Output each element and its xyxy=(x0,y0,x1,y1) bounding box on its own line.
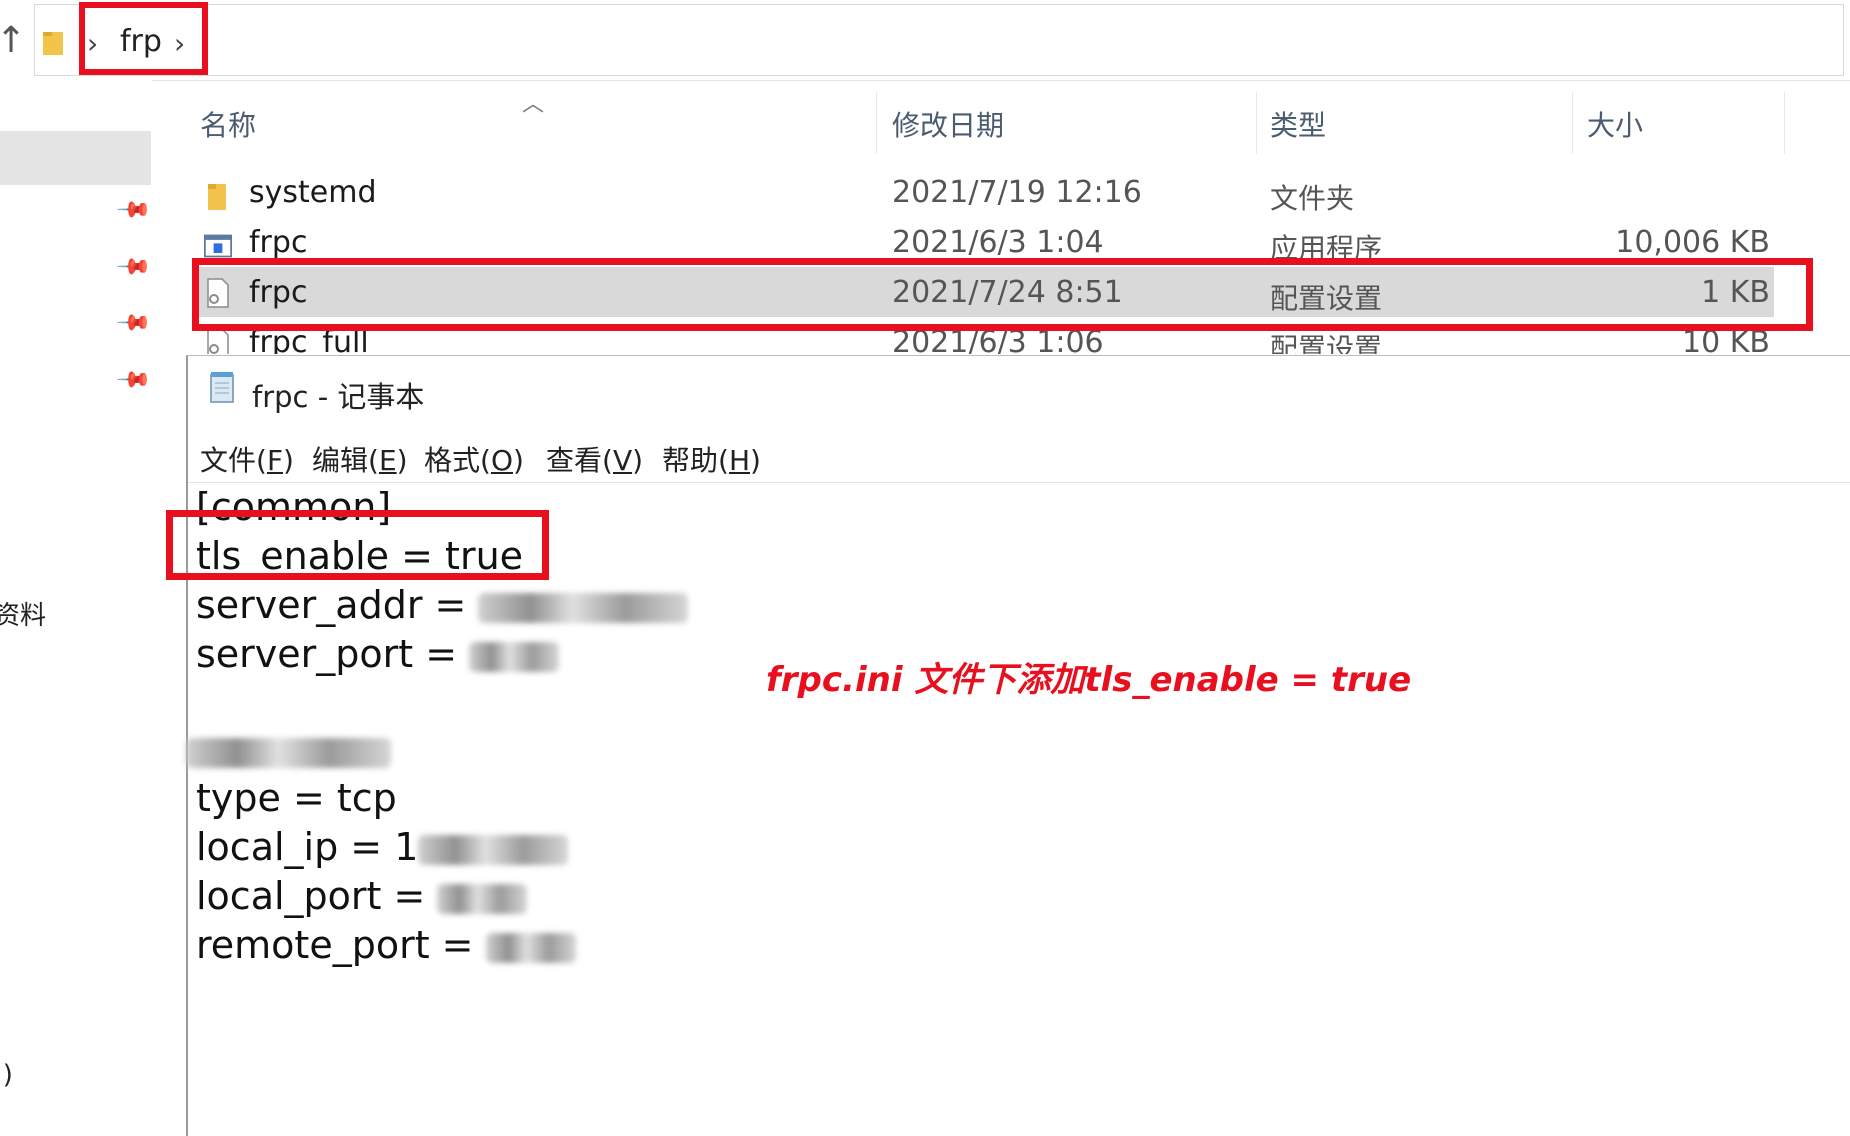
up-arrow-icon[interactable]: ↑ xyxy=(0,20,26,61)
config-file-icon xyxy=(207,328,229,354)
folder-icon xyxy=(208,184,226,210)
menu-view[interactable]: 查看(V) xyxy=(546,439,643,479)
text-line: server_port = xyxy=(196,632,560,676)
column-divider[interactable] xyxy=(1256,92,1257,154)
redacted-value xyxy=(186,737,391,768)
redacted-value xyxy=(485,932,576,963)
column-header-type[interactable]: 类型 xyxy=(1270,104,1326,144)
redacted-value xyxy=(418,834,569,865)
sort-ascending-icon: ︿ xyxy=(522,92,545,117)
address-bar: ↑ › frp › xyxy=(0,0,1850,81)
annotation-text: frpc.ini 文件下添加tls_enable = true xyxy=(766,660,1412,700)
menu-help[interactable]: 帮助(H) xyxy=(662,439,761,479)
file-date: 2021/7/19 12:16 xyxy=(892,175,1142,210)
redacted-value xyxy=(478,592,689,623)
file-name: frpc xyxy=(249,225,308,260)
column-divider[interactable] xyxy=(1572,92,1573,154)
column-header-size[interactable]: 大小 xyxy=(1587,104,1643,144)
menu-bar: 文件(F) 编辑(E) 格式(O) 查看(V) 帮助(H) xyxy=(188,426,1850,483)
text-line: local_ip = 1 xyxy=(196,825,569,869)
highlight-box-breadcrumb xyxy=(79,2,208,75)
text-line xyxy=(186,728,391,772)
file-type: 文件夹 xyxy=(1270,182,1355,215)
text-line: server_addr = xyxy=(196,583,689,627)
column-divider[interactable] xyxy=(1784,92,1785,154)
text-line: type = tcp xyxy=(196,776,397,820)
column-header-date[interactable]: 修改日期 xyxy=(892,104,1004,144)
notepad-window: frpc - 记事本 文件(F) 编辑(E) 格式(O) 查看(V) 帮助(H)… xyxy=(186,355,1850,1136)
file-size: 10,006 KB xyxy=(1615,225,1770,260)
highlight-box-tls-enable xyxy=(166,510,549,580)
menu-format[interactable]: 格式(O) xyxy=(424,439,524,479)
notepad-icon xyxy=(210,372,234,403)
menu-file[interactable]: 文件(F) xyxy=(200,439,294,479)
menu-edit[interactable]: 编辑(E) xyxy=(312,439,408,479)
window-title: frpc - 记事本 xyxy=(252,380,425,414)
address-box[interactable] xyxy=(34,4,1844,76)
text-line: local_port = xyxy=(196,874,528,918)
nav-item-label[interactable]: 资料 xyxy=(0,595,46,632)
redacted-value xyxy=(469,641,560,672)
redacted-value xyxy=(437,883,528,914)
nav-item-label[interactable]: :) xyxy=(0,1060,13,1090)
file-date: 2021/6/3 1:04 xyxy=(892,225,1104,260)
text-editor[interactable]: [common] tls_enable = true server_addr =… xyxy=(186,483,1850,1133)
nav-item-selected[interactable] xyxy=(0,131,151,185)
folder-icon xyxy=(43,32,63,55)
file-name: systemd xyxy=(249,175,377,210)
file-row[interactable]: systemd 2021/7/19 12:16 文件夹 xyxy=(190,168,1786,218)
highlight-box-frpc-row xyxy=(192,258,1813,331)
column-divider[interactable] xyxy=(876,92,877,154)
column-header-name[interactable]: 名称 xyxy=(200,104,256,144)
text-line: remote_port = xyxy=(196,923,576,967)
file-type: 配置设置 xyxy=(1270,332,1383,354)
